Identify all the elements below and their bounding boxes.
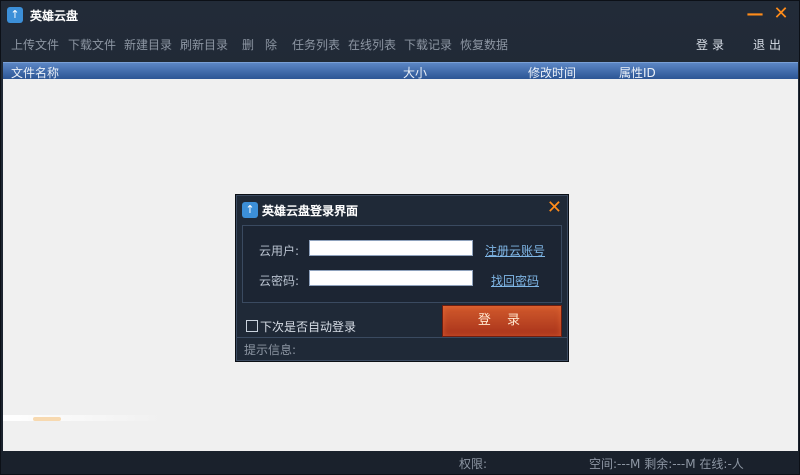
hint-divider [236,337,568,338]
user-label: 云用户: [259,244,300,258]
download-history-button[interactable]: 下载记录 [404,36,452,53]
refresh-folder-button[interactable]: 刷新目录 [180,36,228,53]
status-bar: 权限: 空间:---M 剩余:---M 在线:-人 [1,452,799,474]
download-file-button[interactable]: 下载文件 [68,36,116,53]
permission-status: 权限: [459,457,488,471]
password-input[interactable] [309,270,473,286]
username-input[interactable] [309,240,473,256]
password-label: 云密码: [259,274,300,288]
minimize-icon[interactable]: — [745,5,765,25]
dialog-close-icon[interactable]: ✕ [547,199,562,217]
login-button[interactable]: 登 录 [442,305,562,337]
close-icon[interactable]: ✕ [771,5,791,25]
delete-button-part1[interactable]: 删 [242,36,254,53]
restore-data-button[interactable]: 恢复数据 [460,36,508,53]
file-list-header: 文件名称 大小 修改时间 属性ID [3,62,798,80]
list-decoration [3,415,163,421]
online-list-button[interactable]: 在线列表 [348,36,396,53]
dialog-title: 英雄云盘登录界面 [262,204,359,218]
app-upload-icon: ↑ [7,7,23,23]
register-account-link[interactable]: 注册云账号 [485,242,545,259]
hint-label: 提示信息: [244,343,297,357]
list-decoration-accent [33,417,61,421]
toolbar: 上传文件 下载文件 新建目录 刷新目录 删 除 任务列表 在线列表 下载记录 恢… [1,31,799,57]
task-list-button[interactable]: 任务列表 [292,36,340,53]
auto-login-label[interactable]: 下次是否自动登录 [260,318,356,335]
auto-login-checkbox[interactable] [246,320,258,332]
upload-file-button[interactable]: 上传文件 [11,36,59,53]
space-status: 空间:---M 剩余:---M 在线:-人 [589,457,744,471]
recover-password-link[interactable]: 找回密码 [491,272,539,289]
credentials-panel: 云用户: 注册云账号 云密码: 找回密码 [242,225,562,303]
window-title: 英雄云盘 [30,8,79,23]
dialog-upload-icon: ↑ [242,202,258,218]
app-window: ↑ 英雄云盘 — ✕ 上传文件 下载文件 新建目录 刷新目录 删 除 任务列表 … [0,0,800,475]
logout-menu-button[interactable]: 退出 [753,36,785,53]
login-dialog: ↑ 英雄云盘登录界面 ✕ 云用户: 注册云账号 云密码: 找回密码 下次是否自动… [235,194,569,362]
title-bar[interactable]: ↑ 英雄云盘 — ✕ [1,1,799,29]
login-menu-button[interactable]: 登录 [696,36,728,53]
new-folder-button[interactable]: 新建目录 [124,36,172,53]
delete-button-part2[interactable]: 除 [265,36,277,53]
dialog-title-bar[interactable]: ↑ 英雄云盘登录界面 ✕ [236,195,568,223]
